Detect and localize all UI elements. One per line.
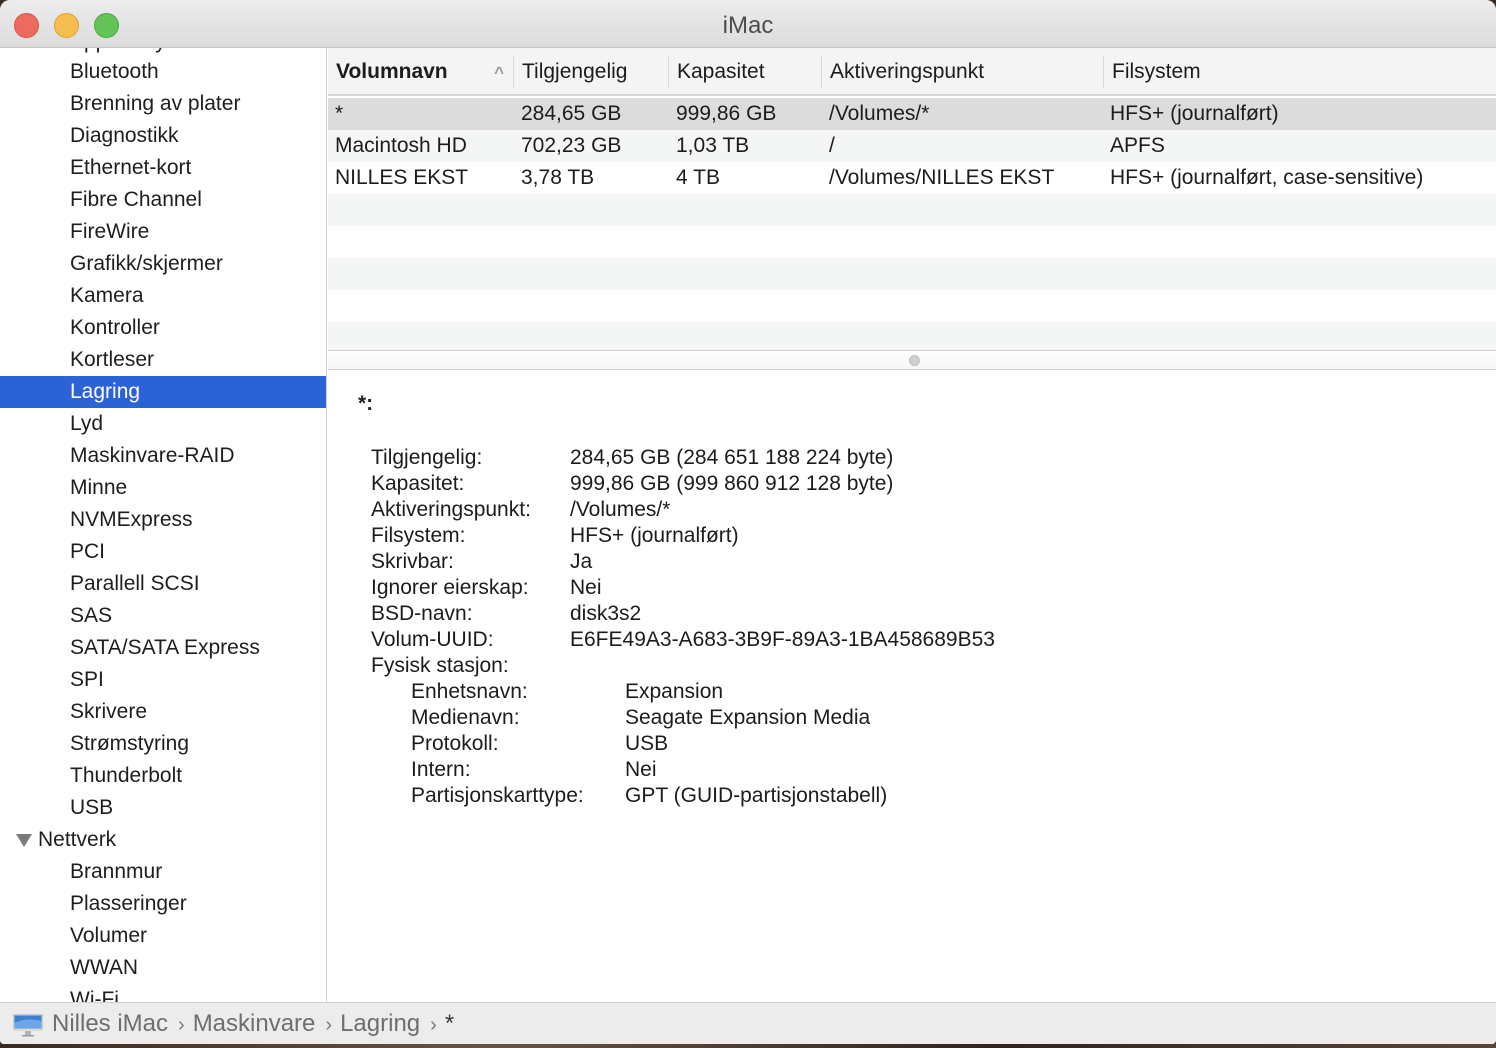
title-bar[interactable]: iMac [0,0,1496,48]
sidebar-item-nvmexpress[interactable]: NVMExpress [0,504,326,536]
breadcrumb-item-volume[interactable]: * [445,1010,454,1037]
sidebar-item-plasseringer[interactable]: Plasseringer [0,888,326,920]
sidebar-item-firewire[interactable]: FireWire [0,216,326,248]
desktop-background [0,1044,1496,1048]
sidebar-item-wifi[interactable]: Wi-Fi [0,984,326,1002]
sidebar-item-brenning-av-plater[interactable]: Brenning av plater [0,88,326,120]
detail-pane: *: Tilgjengelig: 284,65 GB (284 651 188 … [358,392,995,807]
sidebar-item-lyd[interactable]: Lyd [0,408,326,440]
window-title: iMac [722,12,774,39]
sidebar-item-kontroller[interactable]: Kontroller [0,312,326,344]
sidebar-item-pci[interactable]: PCI [0,536,326,568]
sidebar-item-spi[interactable]: SPI [0,664,326,696]
column-header-aktiveringspunkt[interactable]: Aktiveringspunkt [821,56,1103,88]
sidebar-item-sata[interactable]: SATA/SATA Express [0,632,326,664]
sidebar-item-kortleser[interactable]: Kortleser [0,344,326,376]
column-header-volumnavn[interactable]: Volumnavn ^ [328,56,514,88]
sidebar-item-ethernet-kort[interactable]: Ethernet-kort [0,152,326,184]
chevron-right-icon: › [325,1014,333,1036]
empty-row [328,322,1496,350]
sidebar-item-sas[interactable]: SAS [0,600,326,632]
sidebar-item-skrivere[interactable]: Skrivere [0,696,326,728]
imac-icon [13,1014,43,1037]
table-row[interactable]: * 284,65 GB 999,86 GB /Volumes/* HFS+ (j… [328,98,1496,130]
sidebar-item-wwan[interactable]: WWAN [0,952,326,984]
sidebar-item-fibre-channel[interactable]: Fibre Channel [0,184,326,216]
empty-row [328,226,1496,258]
path-bar: Nilles iMac › Maskinvare › Lagring › * [0,1002,1496,1044]
divider-handle-icon[interactable] [909,355,920,366]
empty-row [328,194,1496,226]
system-information-window: iMac Apple Pay Bluetooth Brenning av pla… [0,0,1496,1044]
sidebar-item-diagnostikk[interactable]: Diagnostikk [0,120,326,152]
breadcrumb-item-computer[interactable]: Nilles iMac [52,1010,168,1037]
sidebar-item-brannmur[interactable]: Brannmur [0,856,326,888]
detail-title: *: [358,392,374,415]
sidebar-item-lagring[interactable]: Lagring [0,376,326,408]
sidebar-group-nettverk[interactable]: Nettverk [0,824,326,856]
disclosure-triangle-icon[interactable] [16,834,32,847]
breadcrumb-item-maskinvare[interactable]: Maskinvare [193,1010,316,1037]
sidebar-item-minne[interactable]: Minne [0,472,326,504]
table-row[interactable]: NILLES EKST 3,78 TB 4 TB /Volumes/NILLES… [328,162,1496,194]
sidebar-item-stromstyring[interactable]: Strømstyring [0,728,326,760]
main-pane: Volumnavn ^ Tilgjengelig Kapasitet Aktiv… [328,48,1496,1002]
column-header-tilgjengelig[interactable]: Tilgjengelig [513,56,668,88]
split-view-divider[interactable] [328,350,1496,370]
sidebar-item-volumer[interactable]: Volumer [0,920,326,952]
empty-row [328,290,1496,322]
breadcrumb: Nilles iMac › Maskinvare › Lagring › * [52,1003,454,1044]
sidebar-group-label: Nettverk [38,828,117,851]
sidebar-item-thunderbolt[interactable]: Thunderbolt [0,760,326,792]
sidebar-item-kamera[interactable]: Kamera [0,280,326,312]
chevron-right-icon: › [430,1014,437,1036]
sidebar-item-parallell-scsi[interactable]: Parallell SCSI [0,568,326,600]
empty-row [328,258,1496,290]
table-row[interactable]: Macintosh HD 702,23 GB 1,03 TB / APFS [328,130,1496,162]
sort-ascending-icon: ^ [494,63,504,82]
sidebar-item-grafikk-skjermer[interactable]: Grafikk/skjermer [0,248,326,280]
sidebar-item-usb[interactable]: USB [0,792,326,824]
chevron-right-icon: › [178,1014,185,1036]
sidebar[interactable]: Apple Pay Bluetooth Brenning av plater D… [0,48,327,1002]
breadcrumb-item-lagring[interactable]: Lagring [340,1010,420,1037]
sidebar-item-bluetooth[interactable]: Bluetooth [0,56,326,88]
sidebar-item-maskinvare-raid[interactable]: Maskinvare-RAID [0,440,326,472]
column-header-kapasitet[interactable]: Kapasitet [668,56,821,88]
column-header-filsystem[interactable]: Filsystem [1103,56,1496,88]
table-header: Volumnavn ^ Tilgjengelig Kapasitet Aktiv… [328,48,1496,96]
